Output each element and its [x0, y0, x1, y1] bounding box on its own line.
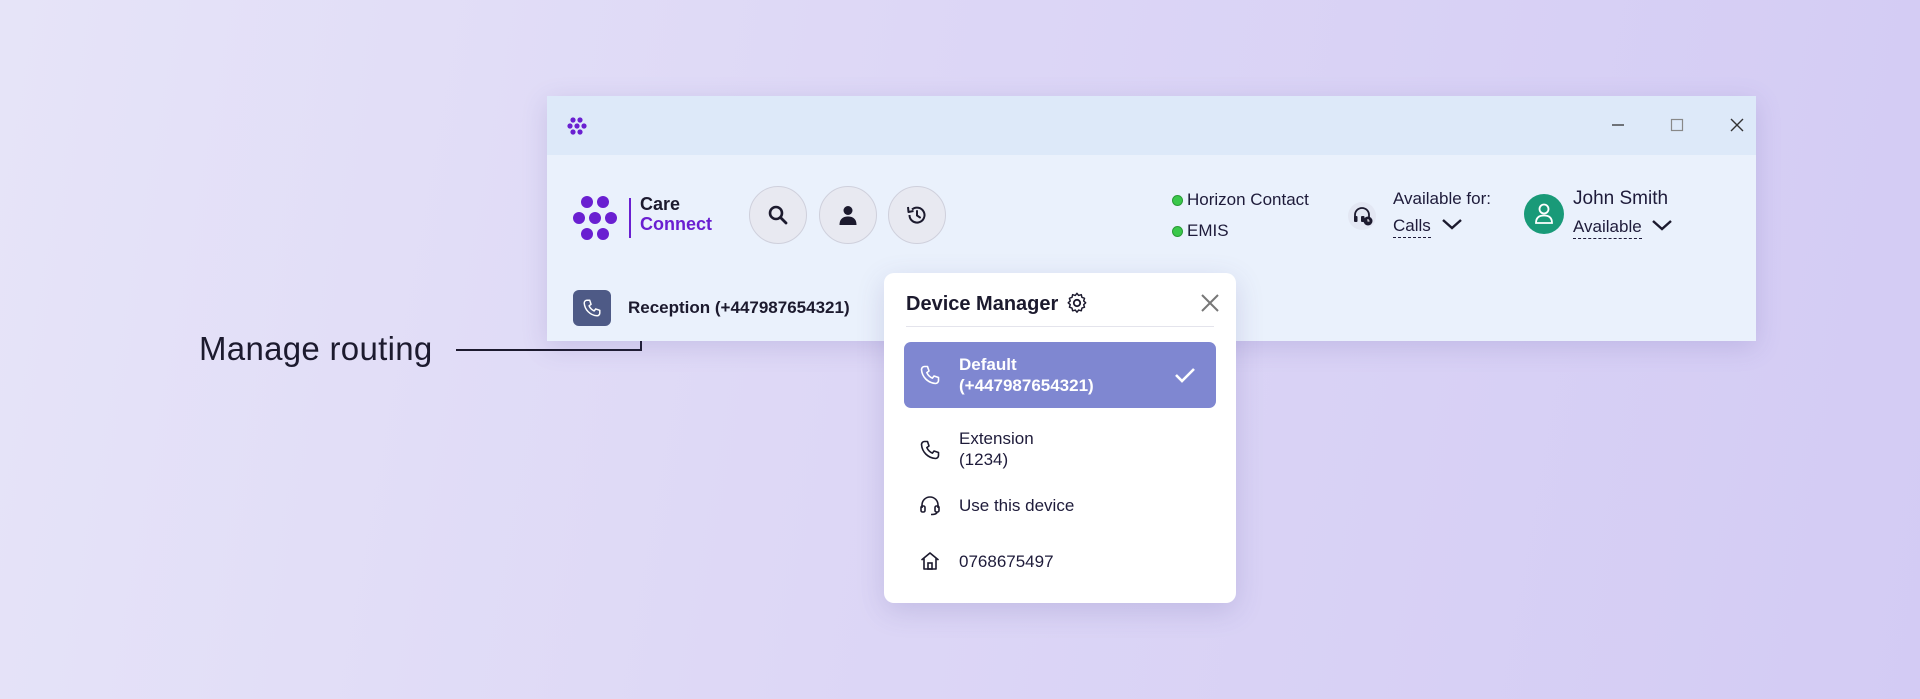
device-option-label: 0768675497 [959, 552, 1054, 571]
search-icon [768, 205, 788, 225]
annotation-label: Manage routing [199, 330, 433, 367]
close-panel-button[interactable] [1196, 289, 1224, 317]
device-manager-panel: Device Manager Default (+447987654321) E… [884, 273, 1236, 603]
panel-divider [906, 326, 1214, 327]
maximize-icon [1670, 118, 1684, 132]
close-icon [1201, 294, 1219, 312]
user-icon [1535, 203, 1553, 224]
line-label[interactable]: Reception (+447987654321) [628, 298, 850, 318]
gear-icon[interactable] [1065, 291, 1089, 315]
brand-line2: Connect [640, 214, 712, 234]
status-dot-icon [1172, 225, 1183, 237]
integration-status-emis: EMIS [1172, 221, 1229, 241]
headset-clock-icon [1348, 202, 1376, 230]
user-status-dropdown[interactable]: Available [1573, 217, 1642, 239]
home-icon [920, 552, 940, 570]
device-option-label: Extension (1234) [959, 428, 1034, 470]
device-manager-title: Device Manager [906, 293, 1059, 315]
integration-status-horizon: Horizon Contact [1172, 190, 1309, 210]
brand-line1: Care [640, 194, 681, 214]
availability-dropdown[interactable]: Calls [1393, 216, 1431, 238]
minimize-button[interactable] [1602, 109, 1634, 141]
app-logo-icon [567, 117, 587, 135]
close-window-button[interactable] [1721, 109, 1753, 141]
integration-label: EMIS [1187, 221, 1229, 240]
device-option-line2: (+447987654321) [959, 376, 1094, 395]
person-icon [839, 206, 857, 225]
maximize-button[interactable] [1661, 109, 1693, 141]
integration-label: Horizon Contact [1187, 190, 1309, 209]
annotation-connector-line [456, 349, 642, 351]
contacts-button[interactable] [819, 186, 877, 244]
device-option-label: Use this device [959, 496, 1075, 515]
device-option-line2: (1234) [959, 450, 1009, 469]
chevron-down-icon[interactable] [1441, 217, 1463, 231]
status-dot-icon [1172, 194, 1183, 206]
close-icon [1730, 118, 1744, 132]
checkmark-icon [1175, 368, 1195, 383]
care-connect-logo-icon [573, 196, 617, 240]
availability-label: Available for: [1393, 189, 1491, 208]
phone-icon [920, 365, 940, 385]
phone-icon [583, 299, 601, 317]
device-option-home-number[interactable]: 0768675497 [904, 543, 1216, 579]
device-option-line1: Default [959, 355, 1017, 374]
brand-logo: Care Connect [573, 194, 723, 242]
line-button[interactable] [573, 290, 611, 326]
history-button[interactable] [888, 186, 946, 244]
chevron-down-icon[interactable] [1651, 218, 1673, 232]
device-option-line1: Extension [959, 429, 1034, 448]
title-bar [547, 96, 1756, 155]
search-button[interactable] [749, 186, 807, 244]
headset-icon [920, 496, 940, 516]
minimize-icon [1612, 124, 1624, 126]
history-icon [907, 206, 926, 224]
brand-divider [629, 198, 631, 238]
avatar[interactable] [1524, 194, 1564, 234]
device-option-default[interactable]: Default (+447987654321) [904, 342, 1216, 408]
phone-icon [920, 440, 940, 460]
device-option-label: Default (+447987654321) [959, 354, 1094, 396]
user-name: John Smith [1573, 188, 1669, 209]
device-option-extension[interactable]: Extension (1234) [904, 422, 1216, 478]
device-option-this-device[interactable]: Use this device [904, 487, 1216, 523]
